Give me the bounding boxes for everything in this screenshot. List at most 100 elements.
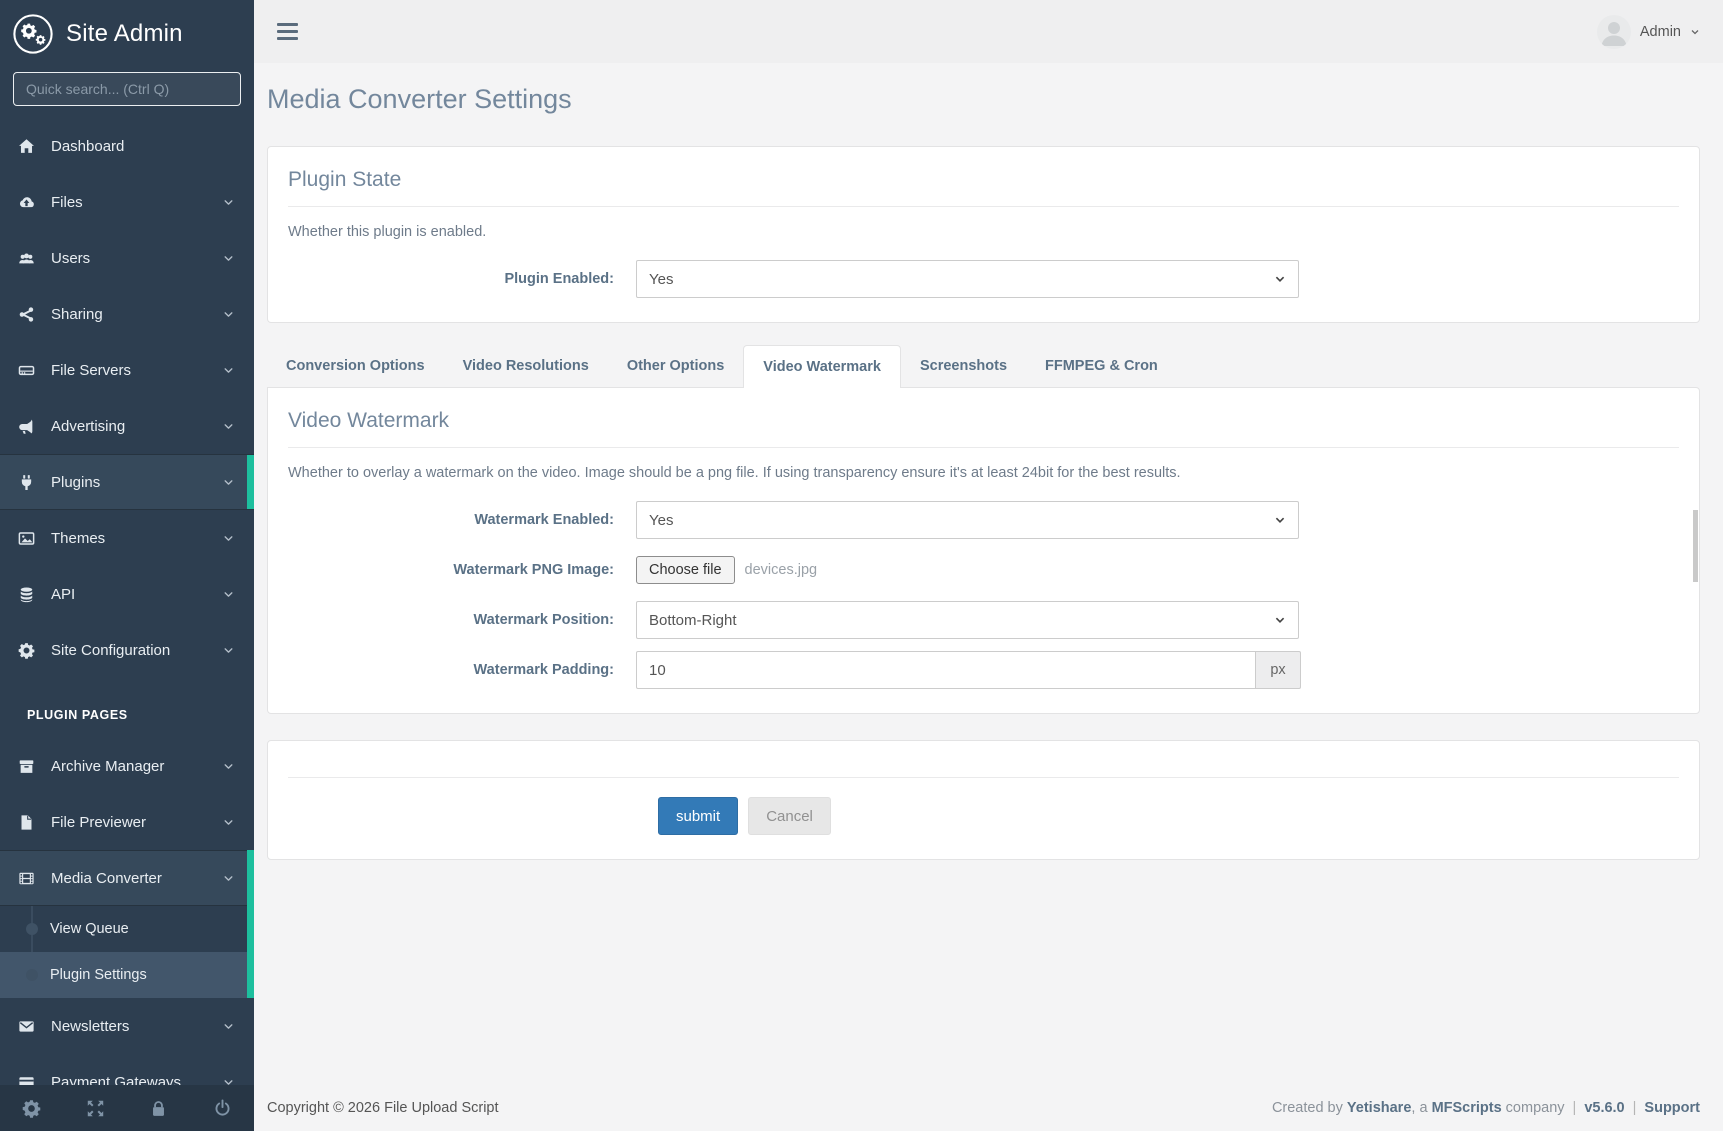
choose-file-button[interactable]: Choose file <box>636 556 735 584</box>
chevron-down-icon <box>1274 273 1286 285</box>
site-admin-logo-icon <box>12 13 54 55</box>
watermark-enabled-select[interactable]: Yes <box>636 501 1299 539</box>
users-icon <box>15 249 37 267</box>
sidebar-item-sharing[interactable]: Sharing <box>0 286 254 342</box>
bullet-icon <box>26 969 38 981</box>
watermark-position-label: Watermark Position: <box>288 612 636 628</box>
chevron-down-icon <box>223 197 234 208</box>
plugin-enabled-select[interactable]: Yes <box>636 260 1299 298</box>
watermark-position-select[interactable]: Bottom-Right <box>636 601 1299 639</box>
chevron-down-icon <box>223 817 234 828</box>
sidebar-footer-expand-icon[interactable] <box>64 1085 128 1131</box>
brand-title: Site Admin <box>66 20 183 48</box>
database-icon <box>15 585 37 603</box>
credit-card-icon <box>15 1073 37 1085</box>
sidebar-active-block: Media ConverterView QueuePlugin Settings <box>0 850 254 998</box>
copyright-text: Copyright © 2026 File Upload Script <box>267 1100 499 1116</box>
video-watermark-card: Video Watermark Whether to overlay a wat… <box>267 387 1700 714</box>
media-converter-submenu: View QueuePlugin Settings <box>0 906 254 998</box>
divider <box>288 777 1679 778</box>
sidebar-item-plugins[interactable]: Plugins <box>0 454 254 510</box>
page-content: Media Converter Settings Plugin State Wh… <box>254 63 1723 1085</box>
divider <box>288 206 1679 207</box>
user-name: Admin <box>1640 24 1681 40</box>
sidebar-footer-bar <box>0 1085 254 1131</box>
plugin-state-description: Whether this plugin is enabled. <box>288 224 1679 240</box>
chevron-down-icon <box>223 589 234 600</box>
chevron-down-icon <box>223 253 234 264</box>
chevron-down-icon <box>223 477 234 488</box>
plugin-enabled-label: Plugin Enabled: <box>288 271 636 287</box>
sidebar-item-themes[interactable]: Themes <box>0 510 254 566</box>
settings-tabs: Conversion OptionsVideo ResolutionsOther… <box>267 344 1700 387</box>
home-icon <box>15 137 37 155</box>
page-title: Media Converter Settings <box>267 84 1700 115</box>
mfscripts-link[interactable]: MFScripts <box>1432 1100 1502 1116</box>
sidebar-item-advertising[interactable]: Advertising <box>0 398 254 454</box>
avatar <box>1597 15 1631 49</box>
padding-unit-addon: px <box>1256 651 1301 689</box>
tab-conversion-options[interactable]: Conversion Options <box>267 345 444 387</box>
sidebar-item-file-previewer[interactable]: File Previewer <box>0 794 254 850</box>
version-text: v5.6.0 <box>1584 1100 1624 1116</box>
image-icon <box>15 529 37 547</box>
cancel-button[interactable]: Cancel <box>748 797 831 835</box>
watermark-padding-label: Watermark Padding: <box>288 662 636 678</box>
film-icon <box>15 869 37 887</box>
sidebar-item-users[interactable]: Users <box>0 230 254 286</box>
topbar: Admin <box>254 0 1723 63</box>
chevron-down-icon <box>1690 27 1700 37</box>
file-icon <box>15 813 37 831</box>
scrollbar-thumb[interactable] <box>1693 510 1698 582</box>
quick-search-input[interactable] <box>13 72 241 106</box>
bullet-icon <box>26 923 38 935</box>
form-actions-card: submit Cancel <box>267 740 1700 860</box>
cloud-upload-icon <box>15 193 37 211</box>
sidebar-menu: DashboardFilesUsersSharingFile ServersAd… <box>0 118 254 1085</box>
watermark-enabled-label: Watermark Enabled: <box>288 512 636 528</box>
envelope-icon <box>15 1017 37 1035</box>
chevron-down-icon <box>223 761 234 772</box>
tab-ffmpeg-cron[interactable]: FFMPEG & Cron <box>1026 345 1177 387</box>
sidebar-item-api[interactable]: API <box>0 566 254 622</box>
chevron-down-icon <box>223 421 234 432</box>
yetishare-link[interactable]: Yetishare <box>1347 1100 1412 1116</box>
chevron-down-icon <box>1274 614 1286 626</box>
chevron-down-icon <box>223 645 234 656</box>
menu-toggle-icon[interactable] <box>277 19 298 44</box>
sidebar-item-media-converter[interactable]: Media Converter <box>0 850 254 906</box>
user-menu[interactable]: Admin <box>1597 15 1700 49</box>
sidebar-subitem-plugin-settings[interactable]: Plugin Settings <box>0 952 254 998</box>
sidebar-item-payment-gateways[interactable]: Payment Gateways <box>0 1054 254 1085</box>
sidebar-footer-lock-icon[interactable] <box>127 1085 191 1131</box>
plugin-state-card: Plugin State Whether this plugin is enab… <box>267 146 1700 323</box>
tab-other-options[interactable]: Other Options <box>608 345 743 387</box>
watermark-padding-input[interactable] <box>636 651 1256 689</box>
brand[interactable]: Site Admin <box>0 0 254 64</box>
submit-button[interactable]: submit <box>658 797 738 835</box>
sidebar-item-dashboard[interactable]: Dashboard <box>0 118 254 174</box>
footer: Copyright © 2026 File Upload Script Crea… <box>254 1085 1723 1131</box>
chevron-down-icon <box>223 309 234 320</box>
watermark-enabled-value: Yes <box>649 512 673 529</box>
plugin-enabled-value: Yes <box>649 271 673 288</box>
main-area: Admin Media Converter Settings Plugin St… <box>254 0 1723 1131</box>
sidebar-item-site-configuration[interactable]: Site Configuration <box>0 622 254 678</box>
sidebar-item-file-servers[interactable]: File Servers <box>0 342 254 398</box>
tab-screenshots[interactable]: Screenshots <box>901 345 1026 387</box>
sidebar-footer-power-icon[interactable] <box>191 1085 255 1131</box>
share-icon <box>15 305 37 323</box>
tab-video-watermark[interactable]: Video Watermark <box>743 345 901 388</box>
plugin-pages-section-label: PLUGIN PAGES <box>0 678 254 738</box>
sidebar: Site Admin DashboardFilesUsersSharingFil… <box>0 0 254 1131</box>
watermark-image-label: Watermark PNG Image: <box>288 562 636 578</box>
sidebar-item-newsletters[interactable]: Newsletters <box>0 998 254 1054</box>
sidebar-item-archive-manager[interactable]: Archive Manager <box>0 738 254 794</box>
divider <box>288 447 1679 448</box>
sidebar-footer-gear-icon[interactable] <box>0 1085 64 1131</box>
support-link[interactable]: Support <box>1644 1100 1700 1116</box>
chevron-down-icon <box>223 1077 234 1086</box>
tab-video-resolutions[interactable]: Video Resolutions <box>444 345 608 387</box>
sidebar-subitem-view-queue[interactable]: View Queue <box>0 906 254 952</box>
sidebar-item-files[interactable]: Files <box>0 174 254 230</box>
